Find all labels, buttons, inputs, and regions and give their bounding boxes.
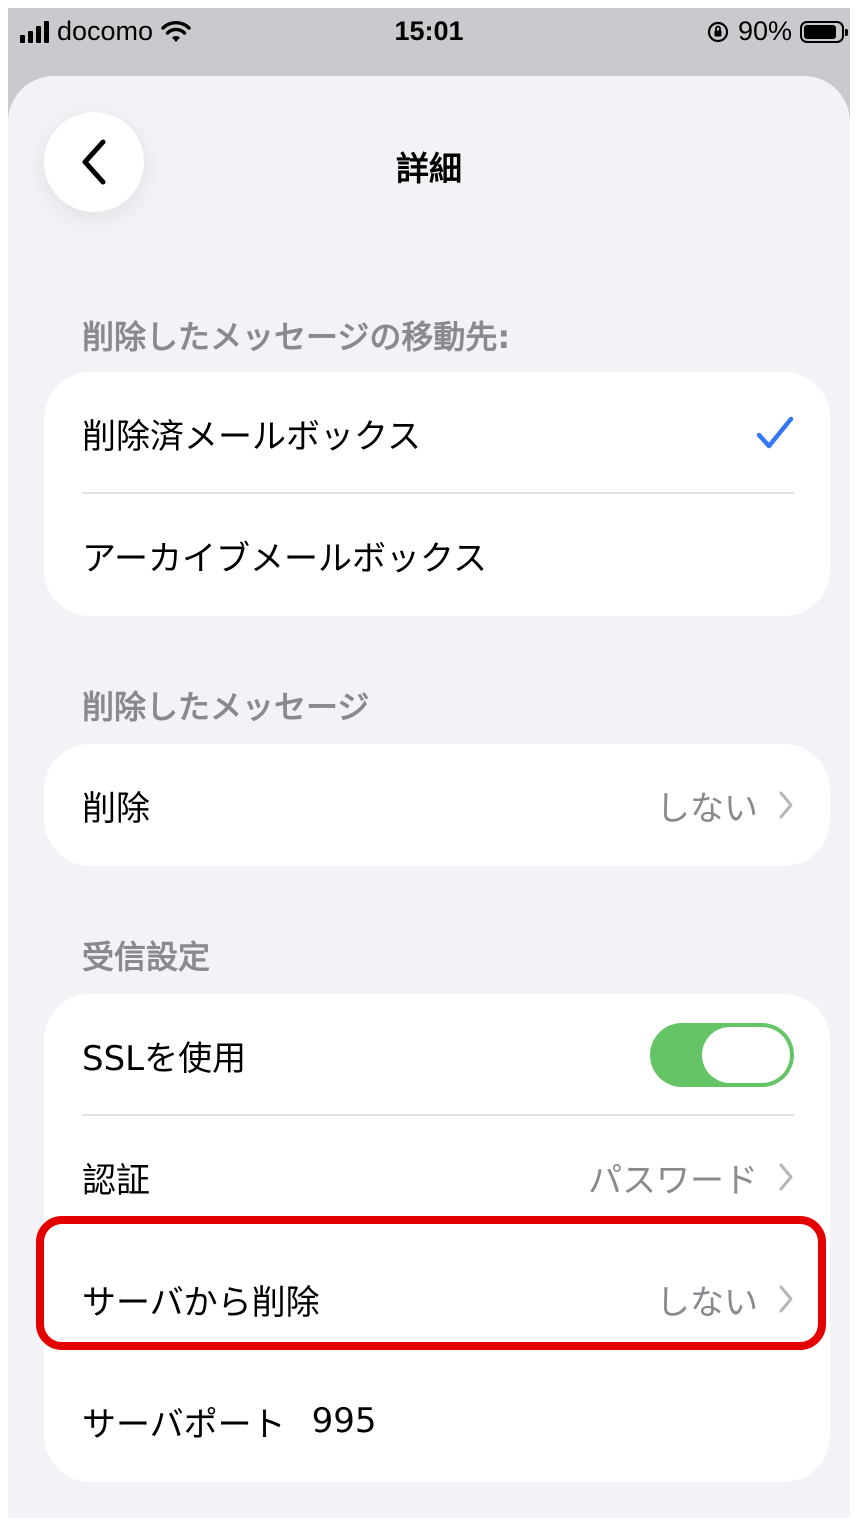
toggle-knob [702, 1027, 790, 1083]
auth-label: 認証 [82, 1160, 150, 1201]
checkmark-icon [756, 416, 794, 449]
status-right: 90% [706, 16, 848, 47]
section-header-deleted: 削除したメッセージ [82, 688, 370, 726]
server-port-label: サーバポート [82, 1404, 286, 1445]
chevron-right-icon [779, 791, 793, 819]
server-port-value[interactable]: 995 [312, 1401, 377, 1441]
page-title: 詳細 [396, 149, 462, 188]
orientation-lock-icon [707, 21, 729, 42]
server-port-row[interactable]: サーバポート 995 [44, 1360, 830, 1482]
chevron-right-icon [779, 1163, 793, 1191]
ssl-row: SSLを使用 [44, 994, 830, 1116]
annotation-highlight-box [36, 1216, 826, 1350]
ssl-label: SSLを使用 [82, 1038, 247, 1079]
option-label: アーカイブメールボックス [82, 538, 487, 579]
ssl-toggle[interactable] [650, 1023, 794, 1087]
battery-fill [804, 24, 837, 39]
section-header-move: 削除したメッセージの移動先: [82, 318, 511, 356]
battery-percent: 90% [737, 16, 792, 46]
settings-sheet: 詳細 削除したメッセージの移動先: 削除済メールボックス アーカイブメールボック… [8, 76, 850, 1518]
option-deleted-mailbox[interactable]: 削除済メールボックス [44, 372, 830, 494]
screen: docomo 15:01 90% 詳細 削除したメッセージの移動先: 削除済メー… [8, 8, 850, 1518]
option-archive-mailbox[interactable]: アーカイブメールボックス [44, 494, 830, 616]
option-label: 削除済メールボックス [82, 416, 421, 457]
row-label: 削除 [82, 788, 150, 829]
deleted-messages-group: 削除 しない [44, 744, 830, 866]
row-value: しない [656, 788, 758, 829]
battery-icon [800, 20, 848, 43]
section-header-incoming: 受信設定 [82, 938, 211, 976]
move-destination-group: 削除済メールボックス アーカイブメールボックス [44, 372, 830, 616]
auth-value: パスワード [588, 1160, 758, 1201]
delete-row[interactable]: 削除 しない [44, 744, 830, 866]
status-bar: docomo 15:01 90% [8, 8, 850, 56]
